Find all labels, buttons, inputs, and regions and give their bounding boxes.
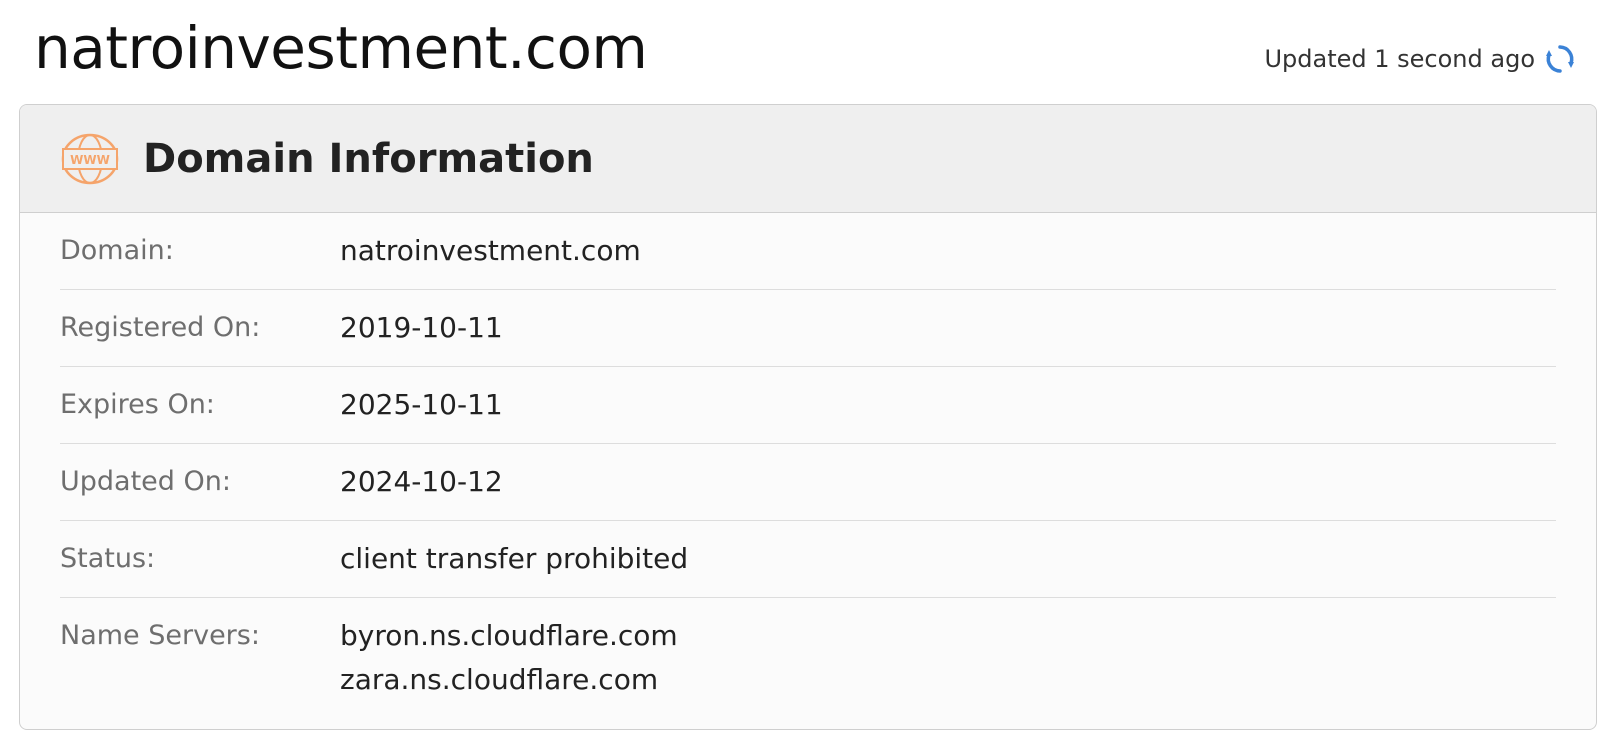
card-header: WWW Domain Information bbox=[20, 105, 1596, 213]
card-title: Domain Information bbox=[143, 135, 594, 182]
updated-text: Updated 1 second ago bbox=[1264, 45, 1535, 73]
www-globe-icon: WWW bbox=[61, 133, 119, 185]
row-value: natroinvestment.com bbox=[340, 234, 641, 267]
row-label: Domain: bbox=[60, 235, 174, 266]
row-value: 2019-10-11 bbox=[340, 311, 503, 344]
domain-information-card: WWW Domain Information Domain: natroinve… bbox=[19, 104, 1597, 730]
row-name-servers: Name Servers: byron.ns.cloudflare.com za… bbox=[60, 598, 1556, 702]
row-updated-on: Updated On: 2024-10-12 bbox=[60, 444, 1556, 521]
row-label: Updated On: bbox=[60, 466, 231, 497]
refresh-icon[interactable] bbox=[1543, 42, 1577, 76]
row-value: 2025-10-11 bbox=[340, 388, 503, 421]
row-status: Status: client transfer prohibited bbox=[60, 521, 1556, 598]
svg-text:WWW: WWW bbox=[70, 153, 110, 167]
update-status: Updated 1 second ago bbox=[1264, 42, 1577, 76]
name-server: zara.ns.cloudflare.com bbox=[340, 663, 659, 696]
row-registered-on: Registered On: 2019-10-11 bbox=[60, 290, 1556, 367]
page-title: natroinvestment.com bbox=[34, 14, 648, 82]
page: natroinvestment.com Updated 1 second ago… bbox=[0, 0, 1617, 747]
row-label: Name Servers: bbox=[60, 620, 260, 651]
name-servers-list: byron.ns.cloudflare.com zara.ns.cloudfla… bbox=[340, 614, 678, 702]
row-label: Registered On: bbox=[60, 312, 261, 343]
row-expires-on: Expires On: 2025-10-11 bbox=[60, 367, 1556, 444]
row-label: Expires On: bbox=[60, 389, 215, 420]
name-server: byron.ns.cloudflare.com bbox=[340, 619, 678, 652]
row-label: Status: bbox=[60, 543, 156, 574]
row-value: 2024-10-12 bbox=[340, 465, 503, 498]
row-domain: Domain: natroinvestment.com bbox=[60, 213, 1556, 290]
row-value: client transfer prohibited bbox=[340, 542, 689, 575]
domain-info-list: Domain: natroinvestment.com Registered O… bbox=[60, 213, 1556, 702]
